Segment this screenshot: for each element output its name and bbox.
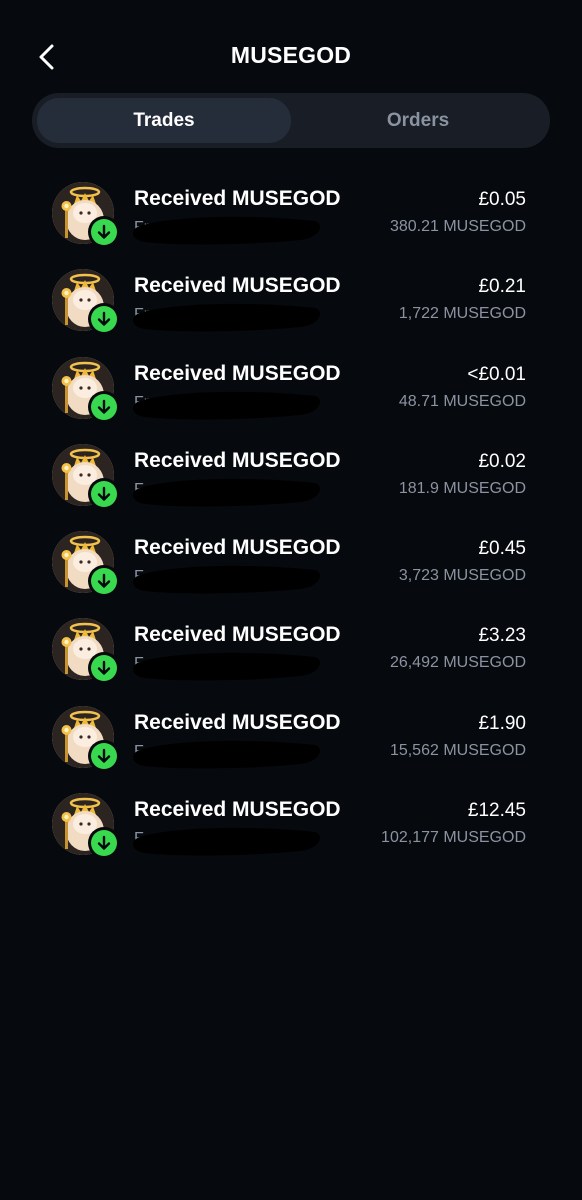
received-badge: [88, 216, 120, 248]
redaction-mark: [130, 212, 325, 246]
transaction-list: Received MUSEGOD From £0.05 380.21 MUSEG…: [0, 172, 582, 870]
received-badge: [88, 827, 120, 860]
transaction-title: Received MUSEGOD: [134, 448, 341, 472]
token-avatar: [52, 356, 120, 423]
transaction-fiat-amount: £0.02: [478, 450, 526, 472]
arrow-down-circle-icon: [91, 393, 117, 420]
transaction-fiat-amount: <£0.01: [467, 363, 526, 385]
redaction-mark: [130, 648, 325, 682]
transaction-row[interactable]: Received MUSEGOD Fr <£0.01 48.71 MUSEGOD: [0, 347, 582, 434]
tab-orders[interactable]: Orders: [291, 98, 545, 143]
transaction-row[interactable]: Received MUSEGOD From £0.21 1,722 MUSEGO…: [0, 259, 582, 346]
transaction-fiat-amount: £3.23: [478, 625, 526, 647]
arrow-down-circle-icon: [91, 568, 117, 595]
page-title: MUSEGOD: [230, 42, 352, 68]
arrow-down-circle-icon: [91, 742, 117, 769]
transaction-fiat-amount: £12.45: [467, 800, 526, 822]
transaction-token-amount: 26,492 MUSEGOD: [389, 654, 526, 672]
received-badge: [88, 303, 120, 336]
arrow-down-circle-icon: [91, 830, 117, 857]
token-avatar: [52, 182, 120, 248]
tab-trades[interactable]: Trades: [37, 98, 291, 143]
header: MUSEGOD: [0, 30, 582, 84]
transaction-row[interactable]: Received MUSEGOD F £0.02 181.9 MUSEGOD: [0, 434, 582, 521]
token-avatar: [52, 705, 120, 772]
transaction-fiat-amount: £0.21: [478, 276, 526, 298]
transaction-title: Received MUSEGOD: [134, 274, 341, 298]
transaction-token-amount: 15,562 MUSEGOD: [389, 741, 526, 759]
transaction-row[interactable]: Received MUSEGOD F £3.23 26,492 MUSEGOD: [0, 608, 582, 695]
token-avatar: [52, 269, 120, 336]
received-badge: [88, 390, 120, 423]
redaction-mark: [130, 474, 325, 508]
transaction-row[interactable]: Received MUSEGOD F £0.45 3,723 MUSEGOD: [0, 521, 582, 608]
transaction-token-amount: 102,177 MUSEGOD: [381, 829, 526, 847]
arrow-down-circle-icon: [91, 480, 117, 507]
redaction-mark: [130, 823, 325, 857]
token-avatar: [52, 618, 120, 685]
redaction-mark: [130, 736, 325, 770]
transaction-token-amount: 380.21 MUSEGOD: [389, 218, 526, 235]
tab-bar: Trades Orders: [32, 93, 550, 148]
transaction-fiat-amount: £1.90: [478, 712, 526, 734]
screen: MUSEGOD Trades Orders Received MUSEGOD F…: [0, 0, 582, 1200]
transaction-row[interactable]: Received MUSEGOD From £0.05 380.21 MUSEG…: [0, 172, 582, 259]
transaction-title: Received MUSEGOD: [134, 536, 341, 560]
received-badge: [88, 652, 120, 685]
transaction-title: Received MUSEGOD: [134, 361, 341, 385]
transaction-row[interactable]: Received MUSEGOD F £1.90 15,562 MUSEGOD: [0, 696, 582, 783]
transaction-token-amount: 181.9 MUSEGOD: [398, 479, 526, 497]
arrow-down-circle-icon: [91, 306, 117, 333]
arrow-down-circle-icon: [91, 219, 117, 245]
redaction-mark: [130, 561, 325, 595]
redaction-mark: [130, 387, 325, 421]
received-badge: [88, 565, 120, 598]
token-avatar: [52, 793, 120, 860]
transaction-title: Received MUSEGOD: [134, 710, 341, 734]
received-badge: [88, 477, 120, 510]
transaction-token-amount: 3,723 MUSEGOD: [398, 567, 526, 585]
transaction-fiat-amount: £0.05: [478, 189, 526, 210]
transaction-token-amount: 1,722 MUSEGOD: [398, 305, 526, 323]
arrow-down-circle-icon: [91, 655, 117, 682]
transaction-fiat-amount: £0.45: [478, 538, 526, 560]
transaction-token-amount: 48.71 MUSEGOD: [398, 392, 526, 410]
redaction-mark: [130, 299, 325, 333]
transaction-title: Received MUSEGOD: [134, 623, 341, 647]
token-avatar: [52, 531, 120, 598]
transaction-row[interactable]: Received MUSEGOD F £12.45 102,177 MUSEGO…: [0, 783, 582, 870]
token-avatar: [52, 443, 120, 510]
transaction-title: Received MUSEGOD: [134, 187, 341, 210]
received-badge: [88, 739, 120, 772]
transaction-title: Received MUSEGOD: [134, 798, 341, 822]
